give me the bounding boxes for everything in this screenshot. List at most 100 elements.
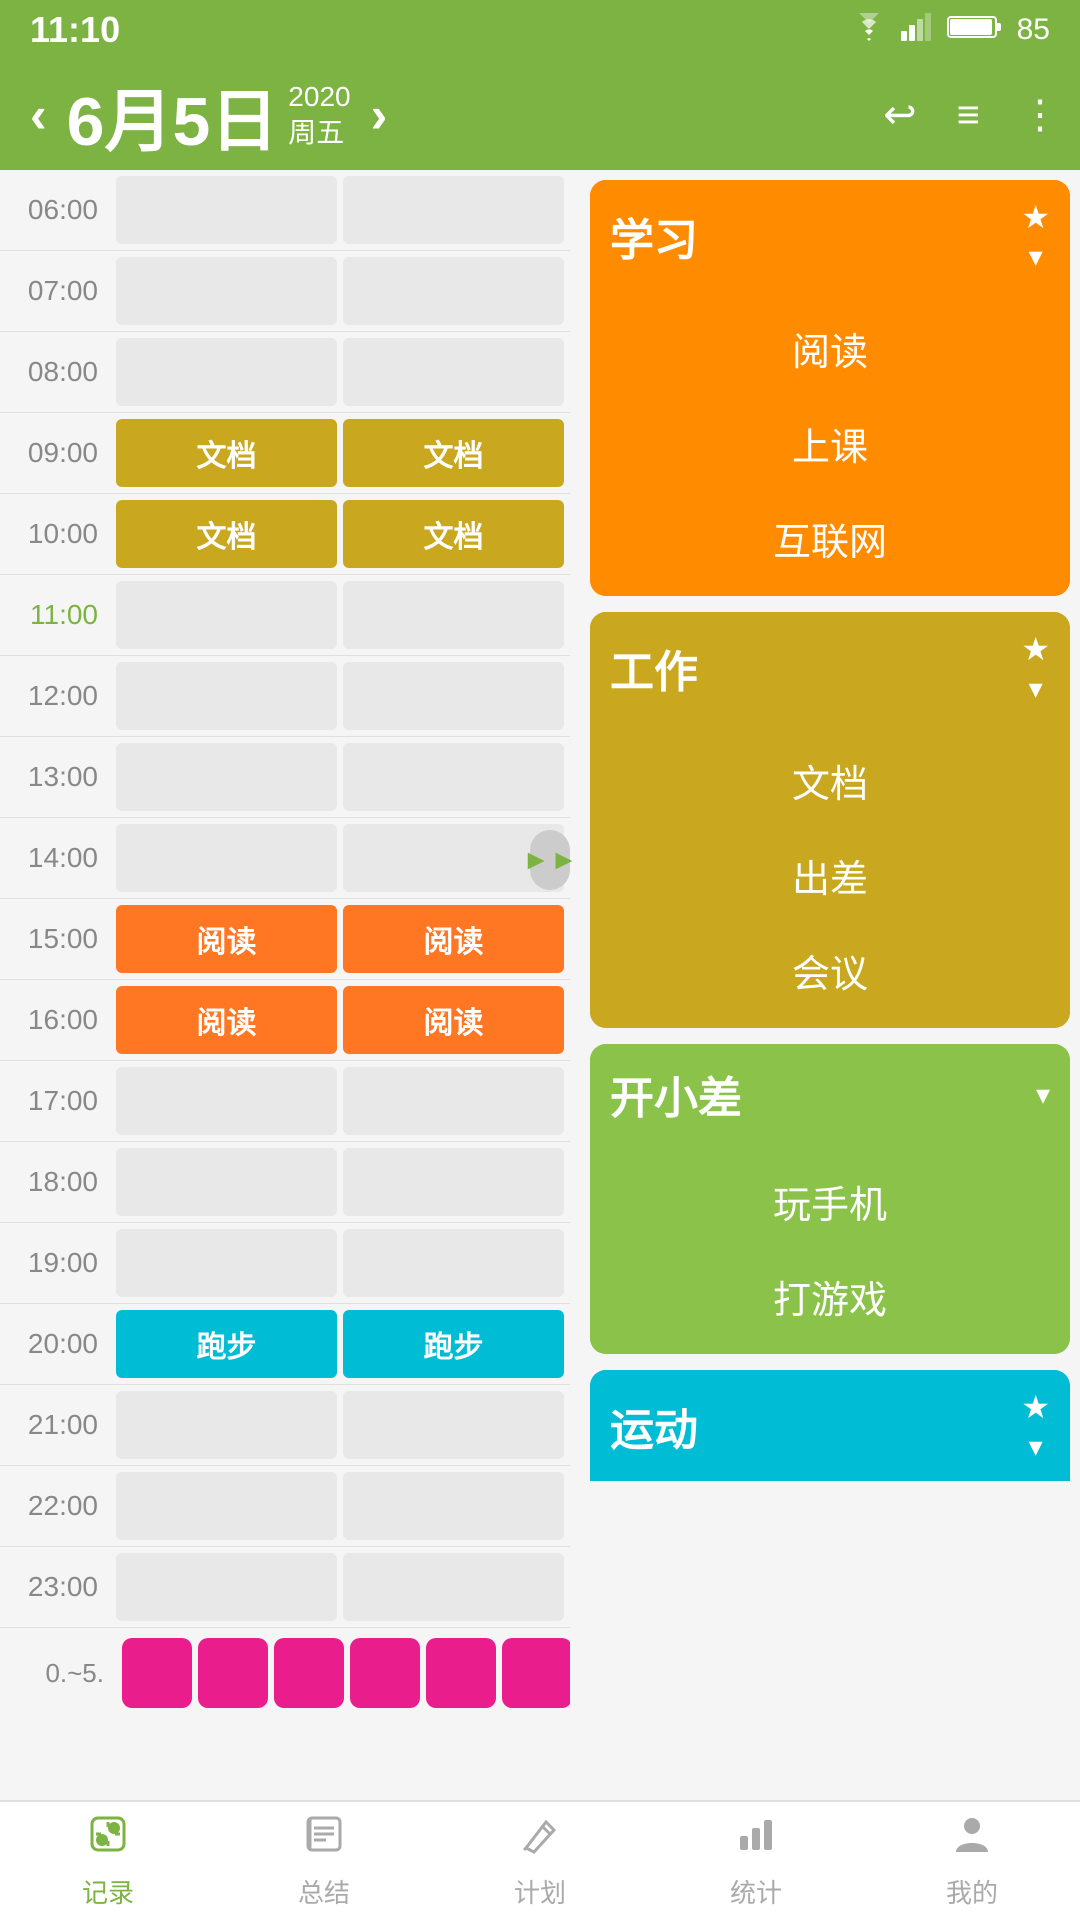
time-row: 22:00 [0,1466,570,1547]
time-columns [110,818,570,898]
time-cell[interactable]: 跑步 [116,1310,337,1378]
category-header-slack[interactable]: 开小差 ▾ [590,1044,1070,1144]
time-cell[interactable] [343,1229,564,1297]
star-icon[interactable]: ★ [1021,198,1050,236]
status-time: 11:10 [30,9,120,51]
time-cell[interactable] [343,1148,564,1216]
dot-cell[interactable] [274,1638,344,1708]
tab-plan[interactable]: 计划 [514,1812,566,1910]
category-item[interactable]: 玩手机 [590,1154,1070,1249]
undo-button[interactable]: ↩ [883,92,917,138]
time-cell[interactable] [116,743,337,811]
star-icon[interactable]: ★ [1021,1388,1050,1426]
category-item[interactable]: 会议 [590,923,1070,1018]
time-cell[interactable] [343,176,564,244]
dot-cell[interactable] [426,1638,496,1708]
status-bar: 11:10 85 [0,0,1080,60]
category-item[interactable]: 打游戏 [590,1249,1070,1344]
time-columns: 文档文档 [110,494,570,574]
star-icon[interactable]: ★ [1021,630,1050,668]
time-cell[interactable] [116,662,337,730]
time-cell[interactable] [116,1067,337,1135]
time-cell[interactable]: 文档 [116,500,337,568]
chevron-down-icon[interactable]: ▾ [1029,1430,1043,1463]
time-cell[interactable] [343,1391,564,1459]
category-icons: ★▾ [1021,198,1050,273]
time-cell[interactable] [116,1229,337,1297]
time-cell[interactable] [343,743,564,811]
time-cell[interactable] [116,176,337,244]
dot-cell[interactable] [502,1638,570,1708]
scroll-indicator[interactable]: ►► [530,830,570,890]
time-columns [110,1223,570,1303]
timeline-rows: 06:0007:0008:0009:00文档文档10:00文档文档11:0012… [0,170,570,1628]
next-date-button[interactable]: › [361,86,398,144]
time-row: 06:00 [0,170,570,251]
time-cell[interactable] [343,662,564,730]
date-week: 周五 [288,115,350,151]
time-cell[interactable]: 阅读 [343,986,564,1054]
prev-date-button[interactable]: ‹ [20,86,57,144]
dot-cell[interactable] [198,1638,268,1708]
category-items: 玩手机打游戏 [590,1144,1070,1354]
stats-tab-icon [734,1812,778,1867]
time-cell[interactable]: 阅读 [343,905,564,973]
time-columns: 跑步跑步 [110,1304,570,1384]
time-cell[interactable] [116,824,337,892]
time-cell[interactable]: 跑步 [343,1310,564,1378]
menu-button[interactable]: ≡ [957,93,980,138]
time-cell[interactable] [343,257,564,325]
tab-record[interactable]: 记录 [82,1812,134,1910]
category-item[interactable]: 互联网 [590,491,1070,586]
time-label: 13:00 [0,737,110,817]
stats-tab-label: 统计 [730,1873,782,1910]
time-cell[interactable]: 阅读 [116,986,337,1054]
chevron-down-icon[interactable]: ▾ [1036,1078,1050,1111]
time-label: 16:00 [0,980,110,1060]
record-tab-label: 记录 [82,1873,134,1910]
time-cell[interactable]: 文档 [343,500,564,568]
time-cell[interactable] [116,338,337,406]
date-sub: 2020 周五 [288,79,350,152]
time-cell[interactable] [343,581,564,649]
nav-actions: ↩ ≡ ⋮ [883,92,1060,138]
time-label: 20:00 [0,1304,110,1384]
category-item[interactable]: 上课 [590,396,1070,491]
category-header-work[interactable]: 工作★▾ [590,612,1070,723]
time-row: 21:00 [0,1385,570,1466]
time-cell[interactable] [116,1148,337,1216]
category-item[interactable]: 阅读 [590,301,1070,396]
dot-cell[interactable] [122,1638,192,1708]
time-cell[interactable] [116,1472,337,1540]
time-cell[interactable]: 文档 [343,419,564,487]
time-cell[interactable] [343,1553,564,1621]
tab-stats[interactable]: 统计 [730,1812,782,1910]
main-content: 06:0007:0008:0009:00文档文档10:00文档文档11:0012… [0,170,1080,1800]
dots-container [122,1638,570,1708]
time-cell[interactable] [116,1391,337,1459]
category-title: 开小差 [610,1062,742,1126]
tab-bar: 记录 总结 计划 统计 我的 [0,1800,1080,1920]
category-item[interactable]: 出差 [590,828,1070,923]
time-cell[interactable] [116,581,337,649]
time-row: 18:00 [0,1142,570,1223]
time-columns: 阅读阅读 [110,899,570,979]
time-cell[interactable] [343,1067,564,1135]
time-cell[interactable] [116,1553,337,1621]
plan-tab-label: 计划 [514,1873,566,1910]
time-cell[interactable] [343,338,564,406]
time-cell[interactable]: 阅读 [116,905,337,973]
chevron-down-icon[interactable]: ▾ [1029,240,1043,273]
more-button[interactable]: ⋮ [1020,92,1060,138]
category-header-sport[interactable]: 运动★▾ [590,1370,1070,1481]
category-item[interactable]: 文档 [590,733,1070,828]
time-cell[interactable]: 文档 [116,419,337,487]
tab-mine[interactable]: 我的 [946,1812,998,1910]
time-cell[interactable] [343,1472,564,1540]
tab-summary[interactable]: 总结 [298,1812,350,1910]
chevron-down-icon[interactable]: ▾ [1029,672,1043,705]
category-header-study[interactable]: 学习★▾ [590,180,1070,291]
dot-cell[interactable] [350,1638,420,1708]
time-cell[interactable] [116,257,337,325]
time-row: 16:00阅读阅读 [0,980,570,1061]
